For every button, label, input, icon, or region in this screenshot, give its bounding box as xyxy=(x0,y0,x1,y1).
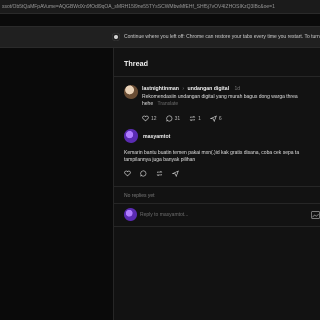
reply-author[interactable]: masyamtot xyxy=(143,134,170,140)
post-text-line: hehe Translate xyxy=(142,101,320,108)
comment-icon[interactable] xyxy=(140,170,147,177)
restore-message: Continue where you left off: Chrome can … xyxy=(124,34,320,40)
reply-actions xyxy=(124,170,179,177)
panel-title: Thread xyxy=(124,59,148,68)
avatar xyxy=(124,208,137,221)
comment-count: 31 xyxy=(174,115,181,122)
repost-icon xyxy=(189,115,196,122)
share-button[interactable]: 6 xyxy=(209,115,222,122)
avatar[interactable] xyxy=(124,85,138,99)
reply-input[interactable]: Reply to masyamtot... xyxy=(140,209,320,221)
heart-icon[interactable] xyxy=(124,170,131,177)
url-text: ssot/Ob5tQaMFpAVume=AQGBWdXn9fOdl9qOA_sM… xyxy=(2,4,275,10)
reply-text-line: Kemarin bantu buatin temen pakai mxn(.)i… xyxy=(124,150,300,156)
reply-text-line: tampilannya juga banyak pilihan xyxy=(124,157,196,163)
like-button[interactable]: 12 xyxy=(142,115,157,122)
send-icon[interactable] xyxy=(172,170,179,177)
comment-button[interactable]: 31 xyxy=(165,115,181,122)
chevron-right-icon: › xyxy=(182,86,185,92)
post-text: Rekomendasiin undangan digital yang mura… xyxy=(142,94,320,108)
address-bar[interactable]: ssot/Ob5tQaMFpAVume=AQGBWdXn9fOdl9qOA_sM… xyxy=(0,0,320,14)
divider xyxy=(113,76,320,77)
send-icon xyxy=(209,115,217,122)
divider xyxy=(113,186,320,187)
restore-infobar: Continue where you left off: Chrome can … xyxy=(0,26,320,48)
comment-icon xyxy=(165,115,172,122)
post-text-line: Rekomendasiin undangan digital yang mura… xyxy=(142,94,298,100)
heart-icon xyxy=(142,115,149,122)
post-text-end: hehe xyxy=(142,101,154,107)
avatar[interactable] xyxy=(124,129,138,143)
repost-button[interactable]: 1 xyxy=(189,115,201,122)
reply-text: Kemarin bantu buatin temen pakai mxn(.)i… xyxy=(124,150,320,164)
repost-count: 1 xyxy=(198,115,201,122)
chrome-icon xyxy=(112,33,120,41)
like-count: 12 xyxy=(151,115,157,122)
image-icon[interactable] xyxy=(311,211,320,219)
post-actions: 12 31 1 6 xyxy=(142,115,222,122)
repost-icon[interactable] xyxy=(156,170,163,177)
translate-link[interactable]: Translate xyxy=(158,101,179,107)
username[interactable]: lastnightinman xyxy=(142,86,179,92)
share-count: 6 xyxy=(218,115,222,122)
community-name[interactable]: undangan digital xyxy=(188,86,230,92)
divider xyxy=(113,226,320,227)
post-time: 1d xyxy=(234,86,241,92)
divider xyxy=(113,203,320,204)
post-author[interactable]: lastnightinman › undangan digital 1d xyxy=(142,86,240,92)
no-replies-label: No replies yet xyxy=(124,193,155,199)
